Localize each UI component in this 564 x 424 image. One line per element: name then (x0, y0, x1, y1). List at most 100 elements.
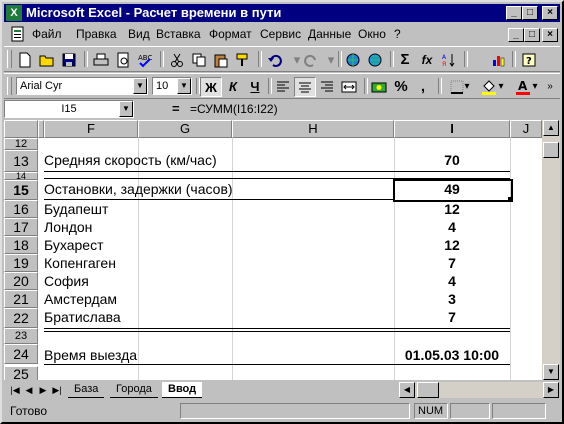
chevron-down-icon[interactable]: ▼ (133, 78, 147, 94)
doc-close-button[interactable]: × (542, 28, 558, 42)
menu-help[interactable]: ? (394, 27, 401, 41)
merge-center-icon[interactable] (338, 77, 360, 97)
next-sheet-icon[interactable]: ▶ (36, 383, 50, 397)
new-icon[interactable] (14, 50, 36, 70)
menu-format[interactable]: Формат (209, 27, 252, 41)
sheet-tab-goroda[interactable]: Города (110, 382, 158, 398)
menu-data[interactable]: Данные (308, 27, 351, 41)
percent-button[interactable]: % (390, 77, 412, 97)
cell-f16[interactable]: Будапешт (44, 201, 108, 217)
cell-i19[interactable]: 7 (394, 255, 510, 271)
chevron-down-icon[interactable]: ▼ (177, 78, 191, 94)
row-header-16[interactable]: 16 (4, 200, 38, 218)
bold-button[interactable]: Ж (200, 77, 222, 97)
sort-icon[interactable]: АЯ (438, 50, 460, 70)
font-select[interactable]: Arial Cyr ▼ (16, 77, 148, 95)
row-header-21[interactable]: 21 (4, 290, 38, 308)
help-icon[interactable]: ? (518, 50, 540, 70)
open-icon[interactable] (36, 50, 58, 70)
cell-i21[interactable]: 3 (394, 291, 510, 307)
cell-f24[interactable]: Время выезда (44, 347, 137, 363)
cell-f22[interactable]: Братислава (44, 309, 121, 325)
cell-i24[interactable]: 01.05.03 10:00 (394, 347, 510, 363)
menu-file[interactable]: Файл (32, 27, 62, 41)
cell-f18[interactable]: Бухарест (44, 237, 104, 253)
close-button[interactable]: × (542, 6, 558, 20)
align-center-icon[interactable] (294, 77, 316, 97)
spelling-icon[interactable]: ABC (134, 50, 156, 70)
maximize-button[interactable]: □ (522, 6, 538, 20)
italic-button[interactable]: К (222, 77, 244, 97)
prev-sheet-icon[interactable]: ◀ (22, 383, 36, 397)
menu-tools[interactable]: Сервис (260, 27, 301, 41)
cell-i22[interactable]: 7 (394, 309, 510, 325)
cell-f13[interactable]: Средняя скорость (км/час) (44, 152, 217, 168)
hyperlink-icon[interactable] (342, 50, 364, 70)
chart-wizard-icon[interactable] (488, 50, 510, 70)
first-sheet-icon[interactable]: |◀ (8, 383, 22, 397)
fill-color-dropdown-icon[interactable]: ▾ (496, 77, 506, 97)
column-header-g[interactable]: G (138, 120, 232, 138)
select-all-corner[interactable] (4, 120, 38, 138)
edit-formula-button[interactable]: = (172, 101, 180, 116)
font-size-select[interactable]: 10 ▼ (152, 77, 192, 95)
doc-minimize-button[interactable]: _ (508, 28, 524, 42)
function-icon[interactable]: fx (416, 50, 438, 70)
cell-f20[interactable]: София (44, 273, 89, 289)
cell-i13[interactable]: 70 (394, 152, 510, 168)
scroll-thumb[interactable] (543, 142, 559, 158)
redo-icon[interactable] (300, 50, 322, 70)
autosum-icon[interactable]: Σ (394, 50, 416, 70)
cell-i16[interactable]: 12 (394, 201, 510, 217)
column-header-f[interactable]: F (44, 120, 138, 138)
save-icon[interactable] (58, 50, 80, 70)
cell-f15[interactable]: Остановки, задержки (часов) (44, 181, 233, 197)
name-box[interactable]: I15 ▼ (4, 100, 134, 118)
comma-button[interactable]: , (412, 77, 434, 97)
cell-i18[interactable]: 12 (394, 237, 510, 253)
row-header-13[interactable]: 13 (4, 150, 38, 172)
underline-button[interactable]: Ч (244, 77, 266, 97)
row-header-12[interactable]: 12 (4, 138, 38, 150)
borders-dropdown-icon[interactable]: ▾ (462, 77, 472, 97)
cell-f19[interactable]: Копенгаген (44, 255, 116, 271)
doc-restore-button[interactable]: □ (524, 28, 540, 42)
align-left-icon[interactable] (272, 77, 294, 97)
row-header-24[interactable]: 24 (4, 344, 38, 364)
row-header-14[interactable]: 14 (4, 172, 38, 181)
row-header-20[interactable]: 20 (4, 272, 38, 290)
horizontal-scrollbar[interactable]: ◀ ▶ (399, 382, 559, 398)
scroll-up-icon[interactable]: ▲ (543, 120, 559, 136)
row-header-18[interactable]: 18 (4, 236, 38, 254)
vertical-scrollbar[interactable]: ▲ ▼ (542, 120, 560, 380)
menu-insert[interactable]: Вставка (156, 27, 201, 41)
cell-f17[interactable]: Лондон (44, 219, 92, 235)
menu-view[interactable]: Вид (128, 27, 150, 41)
cell-i17[interactable]: 4 (394, 219, 510, 235)
font-color-dropdown-icon[interactable]: ▾ (530, 77, 540, 97)
minimize-button[interactable]: _ (506, 6, 522, 20)
undo-icon[interactable] (264, 50, 286, 70)
cut-icon[interactable] (166, 50, 188, 70)
print-icon[interactable] (90, 50, 112, 70)
format-painter-icon[interactable] (232, 50, 254, 70)
row-header-25[interactable]: 25 (4, 366, 38, 380)
more-buttons-icon[interactable]: » (544, 77, 556, 97)
row-header-23[interactable]: 23 (4, 328, 38, 344)
cell-f21[interactable]: Амстердам (44, 291, 117, 307)
align-right-icon[interactable] (316, 77, 338, 97)
column-header-j[interactable]: J (510, 120, 542, 138)
title-bar[interactable]: X Microsoft Excel - Расчет времени в пут… (4, 4, 560, 22)
preview-icon[interactable] (112, 50, 134, 70)
scroll-down-icon[interactable]: ▼ (543, 364, 559, 380)
web-icon[interactable] (364, 50, 386, 70)
row-header-15[interactable]: 15 (4, 180, 38, 200)
currency-icon[interactable] (368, 77, 390, 97)
paste-icon[interactable] (210, 50, 232, 70)
spreadsheet-grid[interactable]: F G H I J 12 13 Средняя скорость (км/час… (4, 120, 542, 380)
last-sheet-icon[interactable]: ▶| (50, 383, 64, 397)
workbook-icon[interactable] (10, 26, 26, 42)
formula-input[interactable]: =СУММ(I16:I22) (190, 100, 560, 118)
menu-window[interactable]: Окно (358, 27, 386, 41)
scroll-left-icon[interactable]: ◀ (399, 382, 415, 398)
